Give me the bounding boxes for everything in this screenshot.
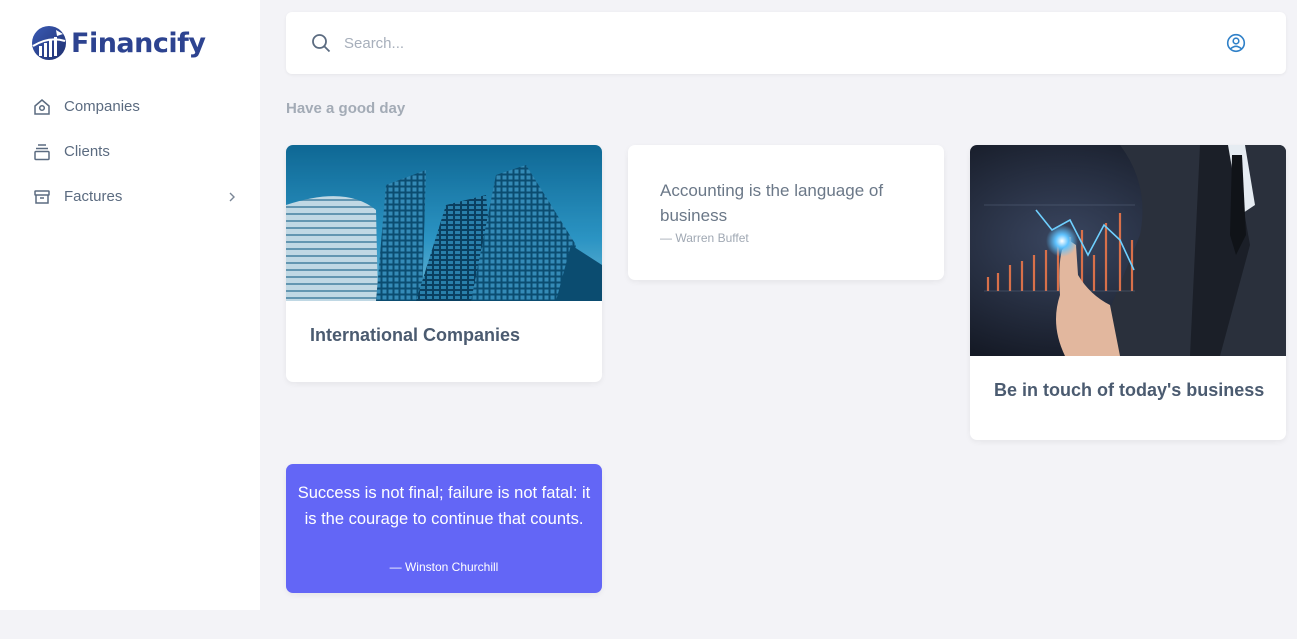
sidebar-item-clients[interactable]: Clients [32,129,238,174]
sidebar-item-factures[interactable]: Factures [32,174,238,219]
chevron-right-icon[interactable] [226,191,238,203]
buildings-photo [286,145,602,301]
greeting-text: Have a good day [286,100,406,117]
sidebar: Financify Companies Clients Factures [0,0,260,610]
quote-author: — Warren Buffet [660,231,749,245]
card-business[interactable]: Be in touch of today's business [970,145,1286,440]
stack-icon [32,142,52,162]
card-title: Be in touch of today's business [994,380,1265,400]
quote-card-churchill: Success is not final; failure is not fat… [286,464,602,593]
sidebar-item-label: Clients [64,143,110,160]
quote-text: Accounting is the language of business [660,181,884,225]
sidebar-item-companies[interactable]: Companies [32,84,238,129]
card-title: International Companies [310,325,521,345]
search-input[interactable] [344,30,1164,56]
sidebar-item-label: Companies [64,98,140,115]
quote-card-buffet: Accounting is the language of business —… [628,145,944,280]
logo-globe-icon [32,26,66,60]
home-icon [32,97,52,117]
archive-icon [32,187,52,207]
user-account-icon[interactable] [1226,33,1246,53]
sidebar-item-label: Factures [64,188,123,205]
quote-author: — Winston Churchill [389,560,499,574]
logo[interactable]: Financify [30,24,206,62]
quote-text: Success is not final; failure is not fat… [297,484,591,528]
app-name: Financify [71,27,206,59]
search-icon[interactable] [310,32,332,54]
search-bar [286,12,1286,74]
sidebar-nav: Companies Clients Factures [32,84,238,219]
businessman-chart-photo [970,145,1286,356]
card-international-companies[interactable]: International Companies [286,145,602,382]
